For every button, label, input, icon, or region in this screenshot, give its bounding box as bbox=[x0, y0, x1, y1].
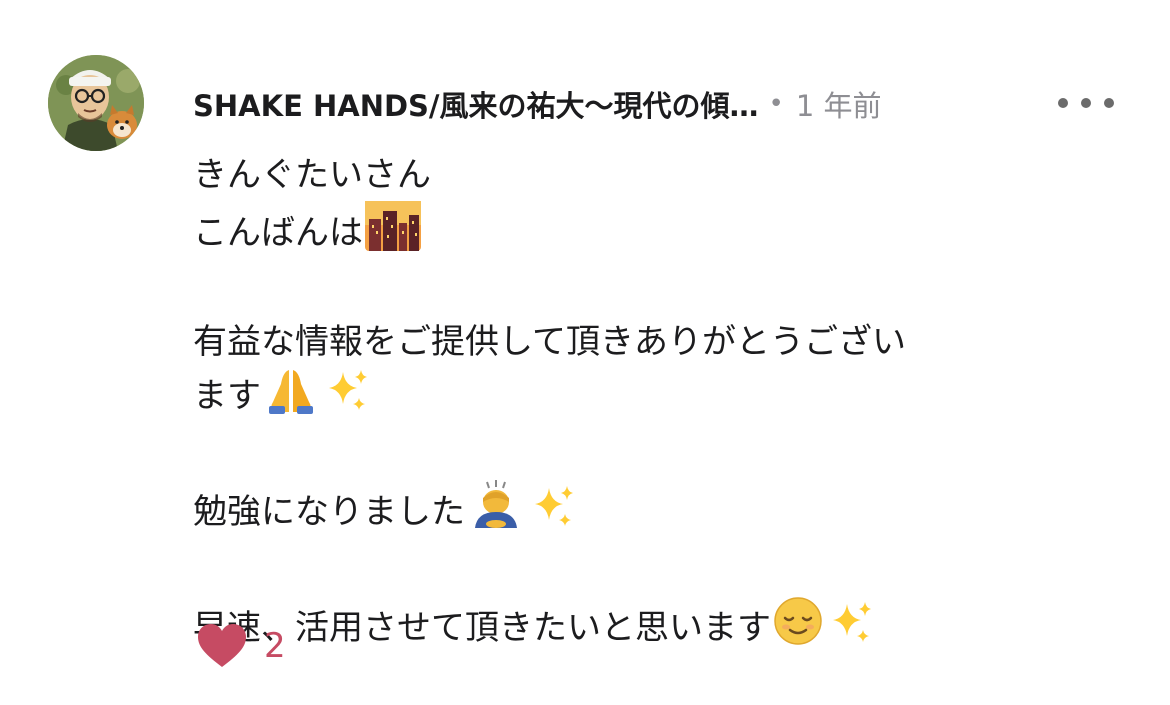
more-horizontal-icon-dot bbox=[1104, 98, 1114, 108]
like-button[interactable] bbox=[196, 620, 248, 672]
comment-text: 勉強になりました bbox=[193, 492, 465, 532]
avatar[interactable] bbox=[48, 55, 144, 151]
avatar-illustration-icon bbox=[48, 55, 144, 151]
comment-text: ます bbox=[193, 376, 261, 416]
comment-line: 勉強になりました bbox=[193, 480, 1093, 545]
more-horizontal-icon-dot bbox=[1081, 98, 1091, 108]
comment-body: きんぐたいさん こんばんは 有益な情報をご提供して頂きありがとうござい ます 勉… bbox=[193, 150, 1093, 661]
comment-line-gap bbox=[193, 545, 1093, 596]
more-horizontal-icon bbox=[1058, 98, 1068, 108]
like-row: 2 bbox=[196, 620, 286, 672]
comment-timestamp[interactable]: 1 年前 bbox=[796, 83, 882, 125]
person-bowing-icon bbox=[467, 480, 525, 545]
comment-line: 早速、活用させて頂きたいと思います bbox=[193, 596, 1093, 661]
heart-icon bbox=[198, 624, 246, 667]
folded-hands-icon bbox=[263, 368, 319, 429]
comment-text: 有益な情報をご提供して頂きありがとうござい bbox=[193, 322, 906, 362]
comment-line: ます bbox=[193, 368, 1093, 429]
comment-line: きんぐたいさん bbox=[193, 150, 1093, 201]
author-name[interactable]: SHAKE HANDS/風来の祐大〜現代の傾… bbox=[193, 83, 759, 125]
comment-text: こんばんは bbox=[193, 213, 363, 253]
comment-text: きんぐたいさん bbox=[193, 155, 431, 195]
comment-line: 有益な情報をご提供して頂きありがとうござい bbox=[193, 317, 1093, 368]
relieved-face-icon bbox=[773, 596, 823, 661]
like-count: 2 bbox=[264, 626, 286, 666]
comment-line: こんばんは bbox=[193, 201, 1093, 266]
sparkles-icon bbox=[527, 484, 577, 545]
sparkles-icon bbox=[321, 368, 371, 429]
comment-card: SHAKE HANDS/風来の祐大〜現代の傾… • 1 年前 きんぐたいさん こ… bbox=[0, 0, 1170, 705]
comment-line-gap bbox=[193, 429, 1093, 480]
city-dusk-icon bbox=[365, 201, 421, 266]
comment-header: SHAKE HANDS/風来の祐大〜現代の傾… • 1 年前 bbox=[193, 84, 882, 124]
comment-line-gap bbox=[193, 266, 1093, 317]
sparkles-icon bbox=[825, 600, 875, 661]
meta-separator: • bbox=[768, 89, 784, 119]
more-options-button[interactable] bbox=[1058, 92, 1114, 114]
